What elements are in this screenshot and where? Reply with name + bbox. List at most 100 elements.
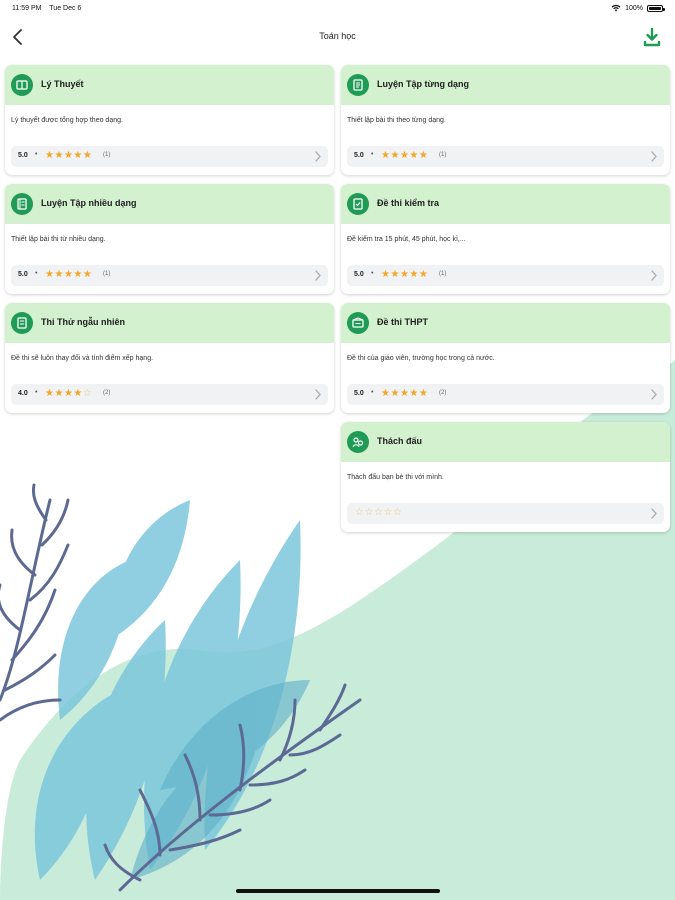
- card-luyen-tap-nhieu-dang[interactable]: Luyện Tập nhiều dạng Thiết lập bài thi t…: [5, 184, 334, 294]
- branch-left: [0, 483, 70, 722]
- card-description: Lý thuyết được tổng hợp theo dạng.: [11, 117, 123, 124]
- card-de-thi-kiem-tra[interactable]: Đề thi kiểm tra Đề kiểm tra 15 phút, 45 …: [341, 184, 670, 294]
- star-filled-icon: ★: [409, 388, 419, 399]
- card-header: Lý Thuyết: [5, 65, 334, 105]
- rating-score: 4.0: [18, 390, 28, 397]
- rating-row[interactable]: ☆☆☆☆☆: [347, 503, 664, 524]
- rating-row[interactable]: 5.0 • ★★★★★ (2): [347, 384, 664, 405]
- challenge-icon: [347, 431, 369, 453]
- star-rating: ★★★★★: [381, 269, 428, 281]
- download-button[interactable]: [641, 26, 663, 48]
- star-empty-icon: ☆: [392, 507, 403, 518]
- rating-score: 5.0: [18, 271, 28, 278]
- card-thi-thu-ngau-nhien[interactable]: Thi Thử ngẫu nhiên Đề thi sẽ luôn thay đ…: [5, 303, 334, 413]
- separator-dot: •: [35, 270, 38, 277]
- star-filled-icon: ★: [409, 269, 419, 280]
- status-date: Tue Dec 6: [49, 5, 82, 12]
- rating-score: 5.0: [354, 152, 364, 159]
- card-header: Đề thi kiểm tra: [341, 184, 670, 224]
- separator-dot: •: [35, 389, 38, 396]
- card-title: Đề thi THPT: [377, 317, 428, 327]
- star-rating: ☆☆☆☆☆: [355, 507, 402, 519]
- card-title: Thi Thử ngẫu nhiên: [41, 317, 126, 327]
- card-ly-thuyet[interactable]: Lý Thuyết Lý thuyết được tổng hợp theo d…: [5, 65, 334, 175]
- star-filled-icon: ★: [418, 269, 429, 280]
- card-luyen-tap-tung-dang[interactable]: Luyện Tập từng dạng Thiết lập bài thi th…: [341, 65, 670, 175]
- star-empty-icon: ☆: [383, 507, 393, 518]
- card-description: Thiết lập bài thi từ nhiều dạng.: [11, 236, 106, 243]
- star-filled-icon: ★: [418, 150, 429, 161]
- chevron-right-icon: [315, 270, 321, 281]
- card-description: Thách đấu bạn bè thi với mình.: [347, 474, 444, 481]
- star-filled-icon: ★: [73, 388, 83, 399]
- star-rating: ★★★★★: [381, 388, 428, 400]
- star-rating: ★★★★☆: [45, 388, 92, 400]
- chevron-right-icon: [315, 389, 321, 400]
- star-filled-icon: ★: [73, 150, 83, 161]
- star-filled-icon: ★: [390, 150, 400, 161]
- home-indicator: [236, 889, 440, 893]
- star-filled-icon: ★: [409, 150, 419, 161]
- star-filled-icon: ★: [399, 269, 410, 280]
- star-filled-icon: ★: [54, 150, 64, 161]
- chevron-right-icon: [651, 270, 657, 281]
- rating-row[interactable]: 5.0 • ★★★★★ (1): [11, 265, 328, 286]
- star-filled-icon: ★: [82, 269, 93, 280]
- star-filled-icon: ★: [54, 388, 64, 399]
- rating-count: (1): [439, 152, 447, 158]
- rating-count: (2): [103, 390, 111, 396]
- rating-score: 5.0: [354, 390, 364, 397]
- rating-count: (1): [439, 271, 447, 277]
- star-filled-icon: ★: [399, 150, 410, 161]
- chevron-right-icon: [651, 151, 657, 162]
- battery-percent: 100%: [625, 4, 643, 12]
- notebook-icon: [11, 193, 33, 215]
- star-filled-icon: ★: [73, 269, 83, 280]
- card-header: Thách đấu: [341, 422, 670, 462]
- star-empty-icon: ☆: [373, 507, 384, 518]
- book-icon: [11, 74, 33, 96]
- card-header: Thi Thử ngẫu nhiên: [5, 303, 334, 343]
- school-exam-icon: [347, 312, 369, 334]
- exam-icon: [347, 193, 369, 215]
- star-filled-icon: ★: [54, 269, 64, 280]
- separator-dot: •: [371, 389, 374, 396]
- star-filled-icon: ★: [82, 150, 93, 161]
- wifi-icon: [611, 4, 621, 12]
- star-filled-icon: ★: [390, 269, 400, 280]
- document-icon: [347, 74, 369, 96]
- rating-row[interactable]: 5.0 • ★★★★★ (1): [347, 146, 664, 167]
- chevron-right-icon: [315, 151, 321, 162]
- card-header: Luyện Tập từng dạng: [341, 65, 670, 105]
- star-rating: ★★★★★: [45, 150, 92, 162]
- rating-score: 5.0: [18, 152, 28, 159]
- rating-row[interactable]: 5.0 • ★★★★★ (1): [11, 146, 328, 167]
- separator-dot: •: [371, 270, 374, 277]
- rating-count: (1): [103, 271, 111, 277]
- star-empty-icon: ☆: [82, 388, 93, 399]
- card-title: Thách đấu: [377, 436, 423, 446]
- status-bar: 11:59 PM Tue Dec 6 100%: [0, 0, 675, 20]
- card-title: Lý Thuyết: [41, 79, 84, 89]
- card-de-thi-thpt[interactable]: Đề thi THPT Đề thi của giáo viên, trường…: [341, 303, 670, 413]
- separator-dot: •: [35, 151, 38, 158]
- rating-count: (1): [103, 152, 111, 158]
- rating-count: (2): [439, 390, 447, 396]
- card-thach-dau[interactable]: Thách đấu Thách đấu bạn bè thi với mình.…: [341, 422, 670, 532]
- star-filled-icon: ★: [390, 388, 400, 399]
- chevron-right-icon: [651, 508, 657, 519]
- card-title: Đề thi kiểm tra: [377, 198, 440, 208]
- rating-row[interactable]: 5.0 • ★★★★★ (1): [347, 265, 664, 286]
- star-filled-icon: ★: [399, 388, 410, 399]
- chevron-right-icon: [651, 389, 657, 400]
- battery-icon: [647, 4, 665, 12]
- star-rating: ★★★★★: [45, 269, 92, 281]
- card-title: Luyện Tập từng dạng: [377, 79, 470, 89]
- navigation-bar: Toán học: [0, 22, 675, 54]
- download-icon: [643, 27, 661, 47]
- random-exam-icon: [11, 312, 33, 334]
- rating-score: 5.0: [354, 271, 364, 278]
- separator-dot: •: [371, 151, 374, 158]
- star-filled-icon: ★: [63, 269, 74, 280]
- rating-row[interactable]: 4.0 • ★★★★☆ (2): [11, 384, 328, 405]
